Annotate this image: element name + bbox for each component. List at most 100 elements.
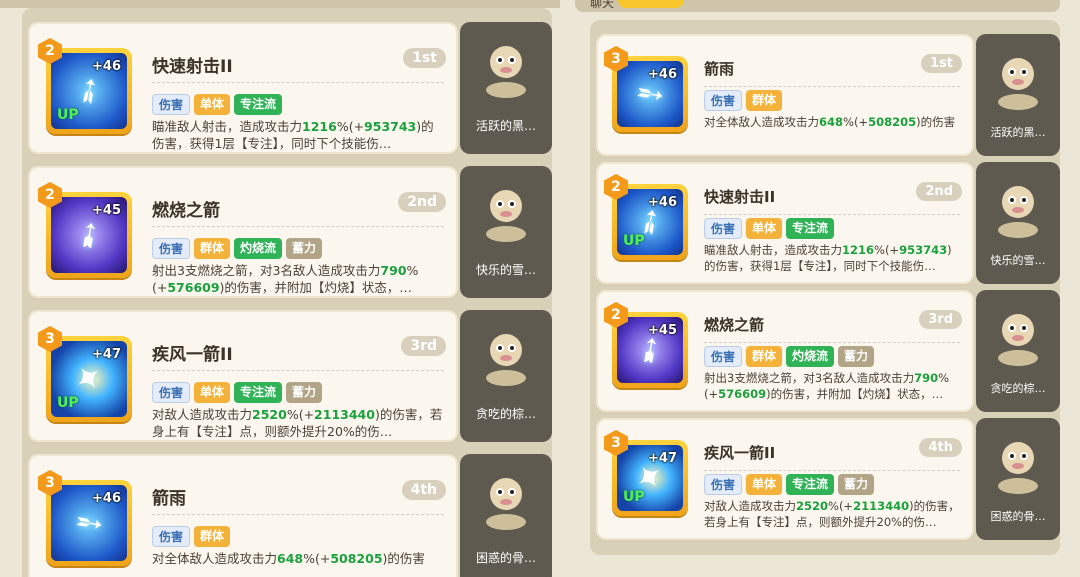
divider [152,370,444,371]
desc-text: 对敌人造成攻击力 [152,407,253,422]
pet-slot[interactable]: 快乐的雪… [460,166,552,298]
skill-tag: 伤害 [704,346,743,367]
attack-percent: 790 [914,371,939,385]
skill-tag: 专注流 [234,94,283,115]
skill-tags: 伤害 单体 专注流 蓄力 [704,474,875,495]
wind-arrow-icon: ✦ +47 UP [51,341,127,417]
attack-bonus: 2113440 [314,407,375,422]
skill-card[interactable]: ➴ +46 3 箭雨 1st 伤害 群体 对全体敌人造成攻击力648%(+5082… [596,34,974,156]
skill-tag: 群体 [194,238,231,259]
chat-button[interactable] [618,0,684,8]
skill-icon-frame[interactable]: ➹ +45 2 [38,182,132,278]
desc-text: 对全体敌人造成攻击力 [704,115,819,129]
skill-card[interactable]: ➴ +46 3 箭雨 4th 伤害 群体 对全体敌人造成攻击力648%(+5082… [28,454,458,577]
skill-icon-frame[interactable]: ➶ +46 UP 2 [604,174,688,260]
desc-text: )的伤害，并附加【灼烧】状态，… [219,280,412,295]
skill-tag: 单体 [194,94,231,115]
pet-avatar-icon [998,186,1038,238]
attack-percent: 1216 [302,119,337,134]
pet-name: 困惑的骨… [990,510,1046,523]
burning-arrows-icon: ➹ +45 [51,197,127,273]
pet-avatar-icon [998,442,1038,494]
attack-bonus: 508205 [330,551,383,566]
skill-card[interactable]: ➹ +45 2 燃烧之箭 3rd 伤害 群体 灼烧流 蓄力 射出3支燃烧之箭，对3名敌… [596,290,974,412]
rank-badge: 1st [921,54,962,73]
skill-description: 对敌人造成攻击力2520%(+2113440)的伤害，若身上有【专注】点，则额外… [152,406,444,440]
skill-card[interactable]: ✦ +47 UP 3 疾风一箭II 3rd 伤害 单体 专注流 蓄力 对敌人造成攻击力… [28,310,458,442]
skill-tag: 伤害 [152,526,191,547]
pet-slot[interactable]: 困惑的骨… [460,454,552,577]
skill-tag: 专注流 [786,218,835,239]
skill-tag: 灼烧流 [786,346,835,367]
desc-text: %(+ [843,115,869,129]
skill-description: 对全体敌人造成攻击力648%(+508205)的伤害 [704,114,960,130]
attack-percent: 648 [277,551,304,566]
desc-text: 对敌人造成攻击力 [704,499,796,513]
pet-slot[interactable]: 快乐的雪… [976,162,1060,284]
attack-bonus: 576609 [167,280,220,295]
pet-slot[interactable]: 活跃的黑… [460,22,552,154]
desc-text: 射出3支燃烧之箭，对3名敌人造成攻击力 [152,263,381,278]
skill-icon-frame[interactable]: ➴ +46 3 [604,46,688,132]
skill-tag: 群体 [746,346,783,367]
desc-text: %(+ [336,119,365,134]
skill-card[interactable]: ➹ +45 2 燃烧之箭 2nd 伤害 群体 灼烧流 蓄力 射出3支燃烧之箭，对3名敌… [28,166,458,298]
skill-tag: 蓄力 [838,346,875,367]
rank-badge: 4th [401,480,446,500]
pet-slot[interactable]: 活跃的黑… [976,34,1060,156]
skill-description: 射出3支燃烧之箭，对3名敌人造成攻击力790%(+576609)的伤害，并附加【… [152,262,444,296]
desc-text: %(+ [286,407,315,422]
skill-plus-level: +45 [92,203,121,218]
skill-tag: 专注流 [786,474,835,495]
skill-plus-level: +46 [648,195,677,210]
desc-text: 瞄准敌人射击，造成攻击力 [704,243,842,257]
upgrade-indicator: UP [57,395,79,411]
skill-title: 快速射击II [704,188,776,206]
desc-text: )的伤害 [916,115,956,129]
pet-avatar-icon [998,314,1038,366]
skill-tag: 伤害 [704,90,743,111]
pet-slot[interactable]: 困惑的骨… [976,418,1060,540]
skill-title: 快速射击II [152,57,233,77]
skill-tags: 伤害 单体 专注流 蓄力 [152,382,323,403]
skill-card[interactable]: ➶ +46 UP 2 快速射击II 1st 伤害 单体 专注流 瞄准敌人射击，造成攻… [28,22,458,154]
divider [152,514,444,515]
skill-title: 燃烧之箭 [152,201,220,221]
desc-text: )的伤害，并附加【灼烧】状态，… [766,387,944,401]
skill-tag: 伤害 [704,474,743,495]
attack-bonus: 953743 [899,243,948,257]
skill-tag: 单体 [194,382,231,403]
skill-icon-frame[interactable]: ➹ +45 2 [604,302,688,388]
skill-title: 疾风一箭II [704,444,776,462]
skill-title: 箭雨 [704,60,735,78]
pet-name: 快乐的雪… [475,263,536,277]
skill-plus-level: +46 [92,491,121,506]
skill-icon-frame[interactable]: ➴ +46 3 [38,470,132,566]
chat-label[interactable]: 聊天 [590,0,614,11]
skill-plus-level: +45 [648,323,677,338]
skill-tag: 单体 [746,474,783,495]
skill-card[interactable]: ➶ +46 UP 2 快速射击II 2nd 伤害 单体 专注流 瞄准敌人射击，造成攻… [596,162,974,284]
rank-badge: 3rd [919,310,962,329]
skill-tag: 灼烧流 [234,238,283,259]
upgrade-indicator: UP [57,107,79,123]
divider [704,342,960,343]
pet-slot[interactable]: 贪吃的棕… [976,290,1060,412]
pet-slot[interactable]: 贪吃的棕… [460,310,552,442]
desc-text: 瞄准敌人射击，造成攻击力 [152,119,303,134]
divider [704,470,960,471]
attack-percent: 2520 [796,499,829,513]
rank-badge: 4th [919,438,962,457]
skill-tag: 群体 [746,90,783,111]
pet-avatar-icon [486,334,526,386]
skill-description: 对敌人造成攻击力2520%(+2113440)的伤害，若身上有【专注】点，则额外… [704,498,960,530]
skill-icon-frame[interactable]: ✦ +47 UP 3 [38,326,132,422]
skill-icon-frame[interactable]: ✦ +47 UP 3 [604,430,688,516]
skill-tag: 伤害 [704,218,743,239]
skill-card[interactable]: ✦ +47 UP 3 疾风一箭II 4th 伤害 单体 专注流 蓄力 对敌人造成攻击力… [596,418,974,540]
attack-percent: 790 [380,263,407,278]
attack-percent: 648 [819,115,844,129]
skill-tags: 伤害 单体 专注流 [704,218,835,239]
skill-description: 瞄准敌人射击，造成攻击力1216%(+953743)的伤害，获得1层【专注】，同… [152,118,444,152]
skill-icon-frame[interactable]: ➶ +46 UP 2 [38,38,132,134]
